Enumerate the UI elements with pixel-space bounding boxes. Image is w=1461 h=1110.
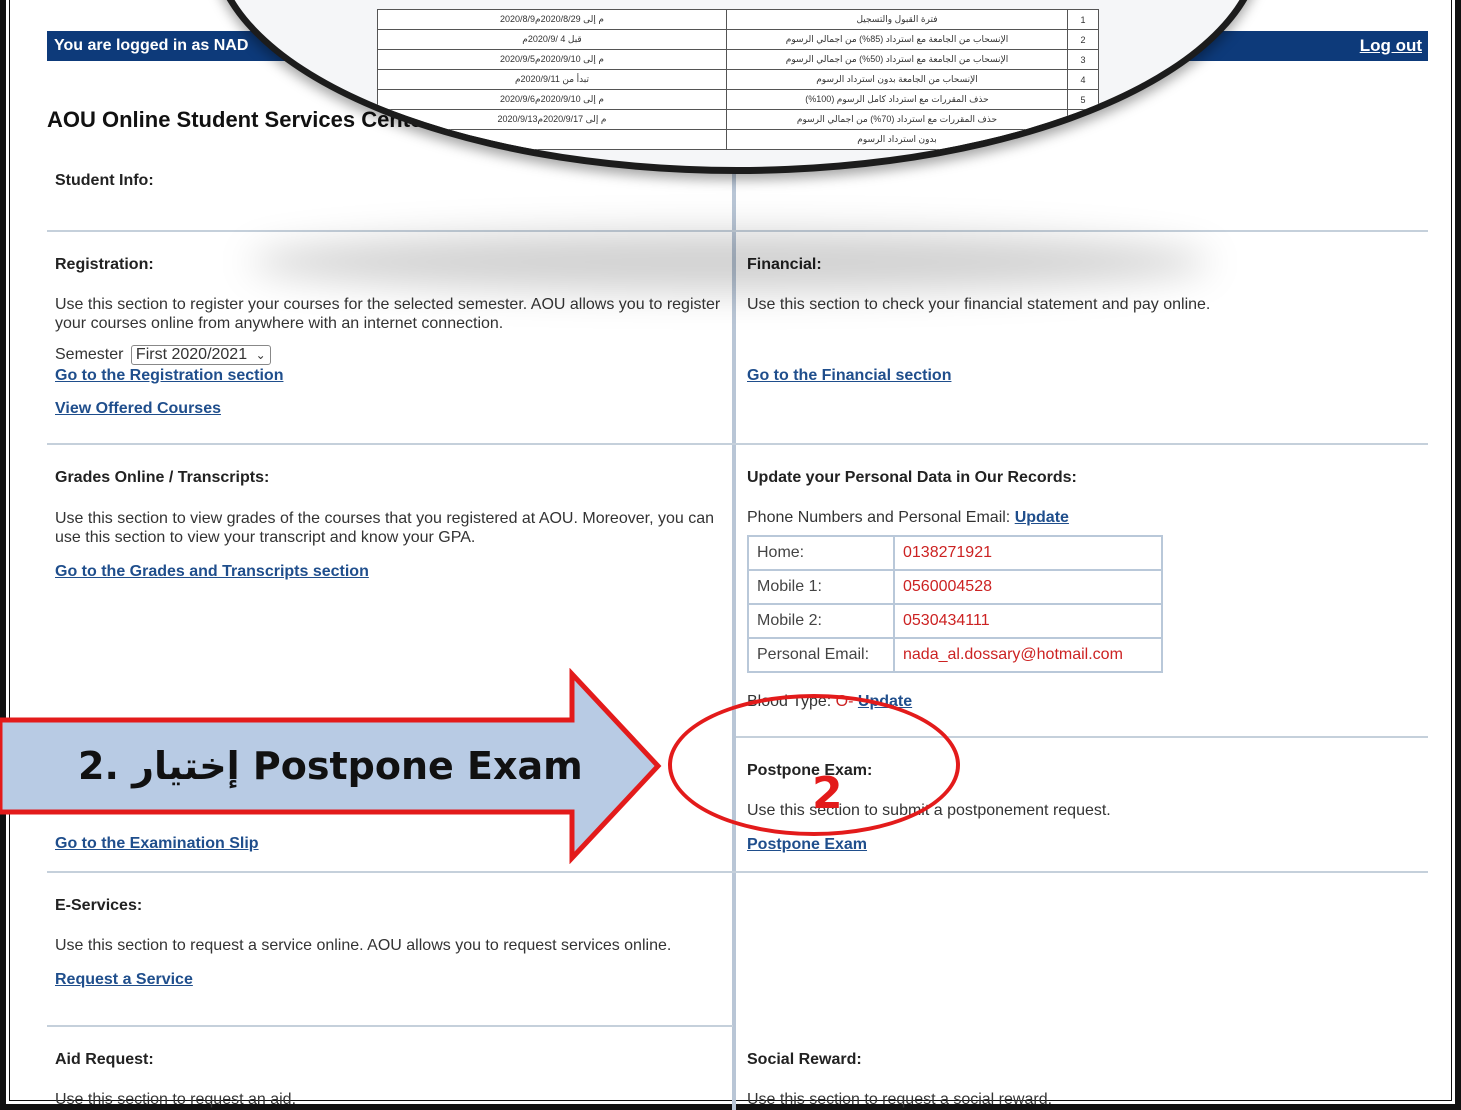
schedule-item: حذف المقررات مع استرداد كامل الرسوم (100… (726, 89, 1068, 110)
logout-link[interactable]: Log out (1360, 36, 1422, 56)
semester-select[interactable]: First 2020/2021 ⌄ (130, 345, 271, 365)
registration-link[interactable]: Go to the Registration section (55, 367, 283, 384)
schedule-date: 2020/9/6م إلى 2020/9/10م (377, 89, 727, 110)
aid-heading: Aid Request: (55, 1051, 154, 1068)
phones-row: Phone Numbers and Personal Email: Update (747, 509, 1417, 527)
aid-section: Aid Request: Use this section to request… (55, 1051, 296, 1109)
schedule-number: 5 (1067, 89, 1099, 110)
grades-heading: Grades Online / Transcripts: (55, 469, 270, 486)
personal-data-key: Mobile 2: (747, 603, 895, 639)
divider (47, 871, 1428, 873)
schedule-number: 3 (1067, 49, 1099, 70)
personal-data-heading: Update your Personal Data in Our Records… (747, 469, 1077, 486)
schedule-date (377, 129, 727, 150)
personal-data-key: Mobile 1: (747, 569, 895, 605)
page-title: AOU Online Student Services Center (47, 107, 431, 132)
schedule-number: 6 (1067, 109, 1099, 130)
personal-data-key: Home: (747, 535, 895, 571)
lens-shadow (250, 232, 1210, 292)
personal-data-table: Home: 0138271921 Mobile 1: 0560004528 Mobile… (747, 535, 1163, 673)
divider (47, 443, 1428, 445)
grades-section: Grades Online / Transcripts: Use this se… (55, 469, 725, 581)
schedule-item: الإنسحاب من الجامعة مع استرداد (50%) من … (726, 49, 1068, 70)
schedule-table: 2020/8/9م إلى 2020/8/29م فترة القبول والت… (377, 9, 1099, 150)
request-service-link[interactable]: Request a Service (55, 971, 193, 988)
schedule-item: بدون استرداد الرسوم (726, 129, 1068, 150)
schedule-row: تبدأ من 2020/9/11م الإنسحاب من الجامعة بد… (377, 69, 1099, 90)
personal-data-value: 0560004528 (893, 569, 1163, 605)
step-number: 2 (812, 768, 843, 819)
schedule-row: قبل 4 /2020/9م الإنسحاب من الجامعة مع است… (377, 29, 1099, 50)
semester-label: Semester (55, 346, 124, 363)
schedule-number: 7 (1067, 129, 1099, 150)
eservices-heading: E-Services: (55, 897, 143, 914)
divider (47, 1025, 733, 1027)
schedule-date: قبل 4 /2020/9م (377, 29, 727, 50)
financial-description: Use this section to check your financial… (747, 296, 1211, 313)
registration-description: Use this section to register your course… (55, 296, 721, 332)
semester-row: Semester First 2020/2021 ⌄ (55, 345, 730, 367)
social-description: Use this section to request a social rew… (747, 1091, 1053, 1108)
social-heading: Social Reward: (747, 1051, 862, 1068)
schedule-date: 2020/9/13م إلى 2020/9/17م (377, 109, 727, 130)
schedule-item: الإنسحاب من الجامعة مع استرداد (85%) من … (726, 29, 1068, 50)
social-section: Social Reward: Use this section to reque… (747, 1051, 1052, 1109)
personal-data-row: Mobile 2: 0530434111 (747, 603, 1163, 639)
personal-data-value: nada_al.dossary@hotmail.com (893, 637, 1163, 673)
personal-data-value: 0530434111 (893, 603, 1163, 639)
schedule-item: فترة القبول والتسجيل (726, 9, 1068, 30)
financial-link[interactable]: Go to the Financial section (747, 367, 951, 384)
schedule-date: تبدأ من 2020/9/11م (377, 69, 727, 90)
schedule-date: 2020/9/5م إلى 2020/9/10م (377, 49, 727, 70)
personal-data-key: Personal Email: (747, 637, 895, 673)
personal-data-row: Home: 0138271921 (747, 535, 1163, 571)
personal-data-row: Mobile 1: 0560004528 (747, 569, 1163, 605)
offered-courses-link[interactable]: View Offered Courses (55, 400, 221, 417)
schedule-row: 2020/9/6م إلى 2020/9/10م حذف المقررات مع … (377, 89, 1099, 110)
schedule-number: 2 (1067, 29, 1099, 50)
eservices-section: E-Services: Use this section to request … (55, 897, 715, 989)
aid-description: Use this section to request an aid. (55, 1091, 297, 1108)
schedule-number: 4 (1067, 69, 1099, 90)
personal-data-value: 0138271921 (893, 535, 1163, 571)
chevron-down-icon: ⌄ (255, 348, 266, 362)
phones-update-link[interactable]: Update (1015, 509, 1069, 526)
eservices-description: Use this section to request a service on… (55, 937, 672, 954)
personal-data-section: Update your Personal Data in Our Records… (747, 469, 1417, 711)
postpone-exam-link[interactable]: Postpone Exam (747, 836, 867, 853)
personal-data-row: Personal Email: nada_al.dossary@hotmail.c… (747, 637, 1163, 673)
grades-link[interactable]: Go to the Grades and Transcripts section (55, 563, 369, 580)
phones-label: Phone Numbers and Personal Email: (747, 509, 1011, 526)
schedule-item: حذف المقررات مع استرداد (70%) من اجمالي … (726, 109, 1068, 130)
schedule-number: 1 (1067, 9, 1099, 30)
student-info-heading: Student Info: (55, 172, 154, 189)
grades-description: Use this section to view grades of the c… (55, 510, 714, 546)
student-info-section: Student Info: (55, 172, 154, 190)
schedule-row: 2020/9/13م إلى 2020/9/17م حذف المقررات مع… (377, 109, 1099, 130)
semester-select-value: First 2020/2021 (135, 346, 248, 363)
logged-in-text: You are logged in as NAD (54, 37, 249, 54)
schedule-row: بدون استرداد الرسوم 7 (377, 129, 1099, 150)
schedule-date: 2020/8/9م إلى 2020/8/29م (377, 9, 727, 30)
schedule-item: الإنسحاب من الجامعة بدون استرداد الرسوم (726, 69, 1068, 90)
annotation-text: 2. إختيار Postpone Exam (78, 744, 583, 788)
schedule-row: 2020/8/9م إلى 2020/8/29م فترة القبول والت… (377, 9, 1099, 30)
schedule-row: 2020/9/5م إلى 2020/9/10م الإنسحاب من الجا… (377, 49, 1099, 70)
